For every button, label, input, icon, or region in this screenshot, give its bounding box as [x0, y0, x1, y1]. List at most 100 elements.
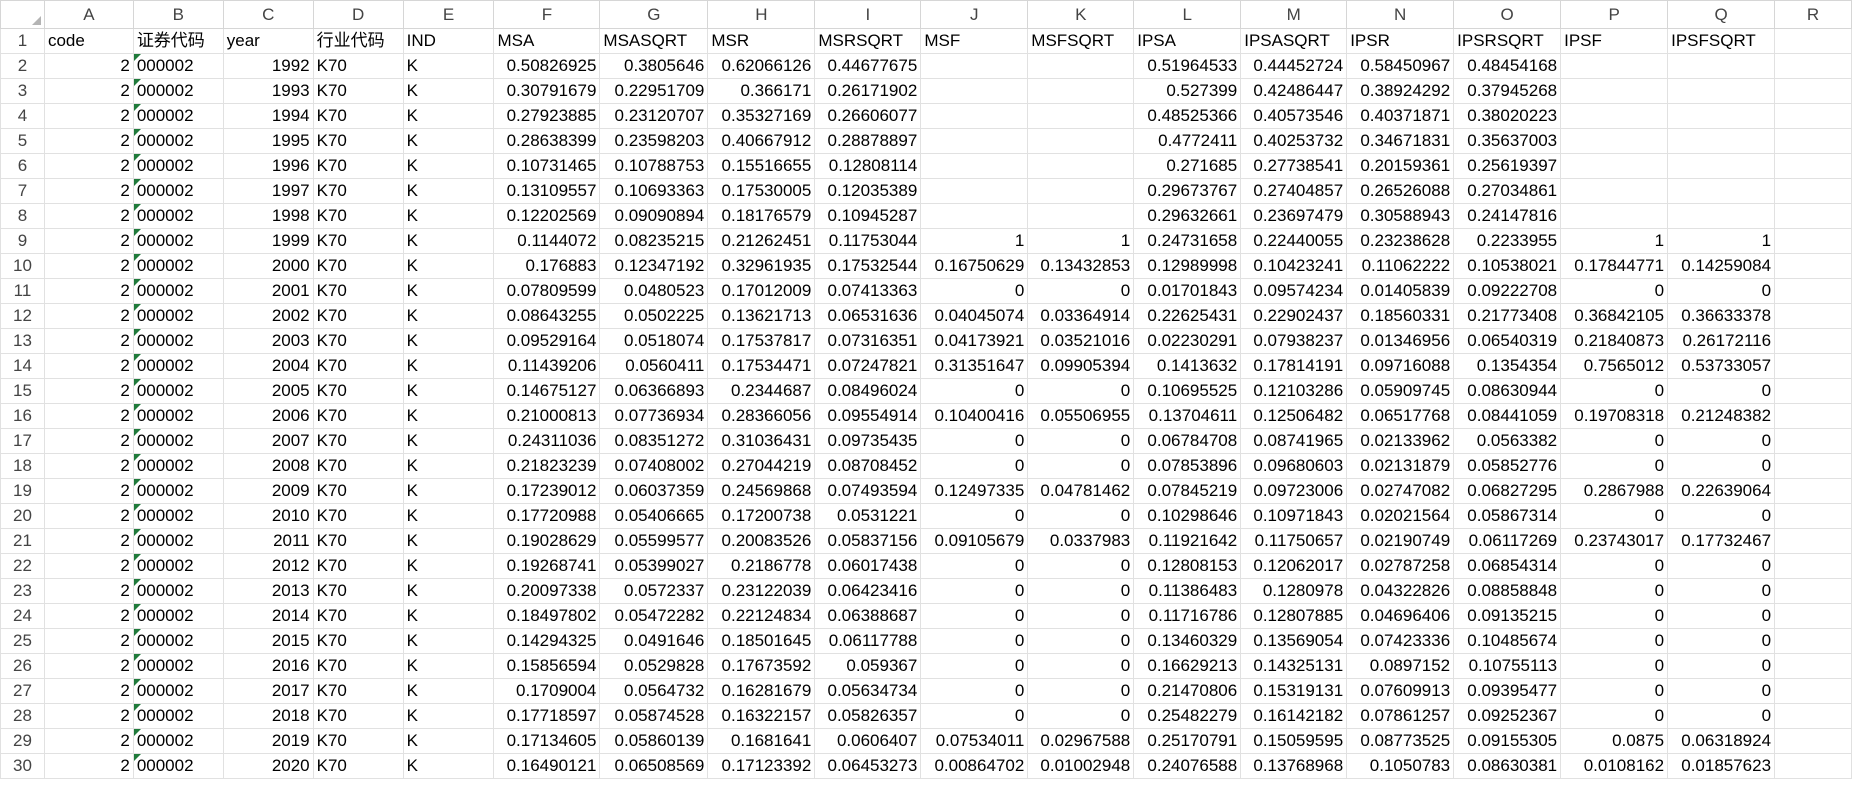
- cell-F15[interactable]: 0.14675127: [493, 378, 601, 404]
- cell-D25[interactable]: K70: [312, 628, 404, 654]
- cell-D3[interactable]: K70: [312, 78, 404, 104]
- cell-L24[interactable]: 0.11716786: [1133, 603, 1242, 629]
- cell-Q15[interactable]: 0: [1667, 378, 1776, 404]
- cell-J10[interactable]: 0.16750629: [920, 253, 1029, 279]
- cell-L4[interactable]: 0.48525366: [1133, 103, 1242, 129]
- cell-G14[interactable]: 0.0560411: [599, 353, 709, 379]
- cell-K18[interactable]: 0: [1027, 453, 1135, 479]
- cell-I22[interactable]: 0.06017438: [814, 553, 922, 579]
- column-header-C[interactable]: C: [222, 0, 314, 29]
- cell-K10[interactable]: 0.13432853: [1027, 253, 1135, 279]
- cell-R18[interactable]: [1774, 453, 1852, 479]
- cell-M15[interactable]: 0.12103286: [1240, 378, 1348, 404]
- cell-E27[interactable]: K: [402, 678, 495, 704]
- cell-B2[interactable]: 000002: [132, 53, 224, 79]
- cell-P4[interactable]: [1560, 103, 1669, 129]
- cell-H2[interactable]: 0.62066126: [707, 53, 816, 79]
- cell-P26[interactable]: 0: [1560, 653, 1669, 679]
- cell-A24[interactable]: 2: [43, 603, 134, 629]
- cell-A10[interactable]: 2: [43, 253, 134, 279]
- cell-E29[interactable]: K: [402, 728, 495, 754]
- cell-A26[interactable]: 2: [43, 653, 134, 679]
- cell-M13[interactable]: 0.07938237: [1240, 328, 1348, 354]
- cell-B29[interactable]: 000002: [132, 728, 224, 754]
- cell-Q16[interactable]: 0.21248382: [1667, 403, 1776, 429]
- cell-M14[interactable]: 0.17814191: [1240, 353, 1348, 379]
- cell-C28[interactable]: 2018: [222, 703, 314, 729]
- cell-N26[interactable]: 0.0897152: [1346, 653, 1455, 679]
- cell-A17[interactable]: 2: [43, 428, 134, 454]
- cell-L6[interactable]: 0.271685: [1133, 153, 1242, 179]
- cell-A11[interactable]: 2: [43, 278, 134, 304]
- cell-H11[interactable]: 0.17012009: [707, 278, 816, 304]
- cell-B6[interactable]: 000002: [132, 153, 224, 179]
- cell-F8[interactable]: 0.12202569: [493, 203, 601, 229]
- cell-E28[interactable]: K: [402, 703, 495, 729]
- cell-F18[interactable]: 0.21823239: [493, 453, 601, 479]
- cell-G7[interactable]: 0.10693363: [599, 178, 709, 204]
- cell-C1[interactable]: year: [222, 28, 314, 54]
- cell-L3[interactable]: 0.527399: [1133, 78, 1242, 104]
- cell-F7[interactable]: 0.13109557: [493, 178, 601, 204]
- cell-I5[interactable]: 0.28878897: [814, 128, 922, 154]
- cell-I23[interactable]: 0.06423416: [814, 578, 922, 604]
- cell-J12[interactable]: 0.04045074: [920, 303, 1029, 329]
- cell-B27[interactable]: 000002: [132, 678, 224, 704]
- cell-B13[interactable]: 000002: [132, 328, 224, 354]
- cell-K27[interactable]: 0: [1027, 678, 1135, 704]
- cell-Q3[interactable]: [1667, 78, 1776, 104]
- cell-J16[interactable]: 0.10400416: [920, 403, 1029, 429]
- cell-H27[interactable]: 0.16281679: [707, 678, 816, 704]
- cell-L17[interactable]: 0.06784708: [1133, 428, 1242, 454]
- cell-J5[interactable]: [920, 128, 1029, 154]
- cell-I19[interactable]: 0.07493594: [814, 478, 922, 504]
- cell-B12[interactable]: 000002: [132, 303, 224, 329]
- cell-C8[interactable]: 1998: [222, 203, 314, 229]
- cell-L2[interactable]: 0.51964533: [1133, 53, 1242, 79]
- cell-E17[interactable]: K: [402, 428, 495, 454]
- cell-K26[interactable]: 0: [1027, 653, 1135, 679]
- cell-J14[interactable]: 0.31351647: [920, 353, 1029, 379]
- cell-Q21[interactable]: 0.17732467: [1667, 528, 1776, 554]
- cell-R25[interactable]: [1774, 628, 1852, 654]
- cell-F26[interactable]: 0.15856594: [493, 653, 601, 679]
- row-header[interactable]: 14: [0, 353, 45, 379]
- cell-D5[interactable]: K70: [312, 128, 404, 154]
- cell-M3[interactable]: 0.42486447: [1240, 78, 1348, 104]
- cell-L1[interactable]: IPSA: [1133, 28, 1242, 54]
- row-header[interactable]: 27: [0, 678, 45, 704]
- cell-O28[interactable]: 0.09252367: [1453, 703, 1562, 729]
- cell-H21[interactable]: 0.20083526: [707, 528, 816, 554]
- cell-L7[interactable]: 0.29673767: [1133, 178, 1242, 204]
- cell-C11[interactable]: 2001: [222, 278, 314, 304]
- cell-B7[interactable]: 000002: [132, 178, 224, 204]
- cell-D26[interactable]: K70: [312, 653, 404, 679]
- cell-P27[interactable]: 0: [1560, 678, 1669, 704]
- cell-A6[interactable]: 2: [43, 153, 134, 179]
- row-header[interactable]: 25: [0, 628, 45, 654]
- cell-D21[interactable]: K70: [312, 528, 404, 554]
- cell-I17[interactable]: 0.09735435: [814, 428, 922, 454]
- cell-I11[interactable]: 0.07413363: [814, 278, 922, 304]
- cell-O18[interactable]: 0.05852776: [1453, 453, 1562, 479]
- cell-P10[interactable]: 0.17844771: [1560, 253, 1669, 279]
- cell-D9[interactable]: K70: [312, 228, 404, 254]
- cell-G21[interactable]: 0.05599577: [599, 528, 709, 554]
- cell-C22[interactable]: 2012: [222, 553, 314, 579]
- cell-G13[interactable]: 0.0518074: [599, 328, 709, 354]
- cell-Q12[interactable]: 0.36633378: [1667, 303, 1776, 329]
- cell-O9[interactable]: 0.2233955: [1453, 228, 1562, 254]
- cell-G22[interactable]: 0.05399027: [599, 553, 709, 579]
- cell-E12[interactable]: K: [402, 303, 495, 329]
- cell-M28[interactable]: 0.16142182: [1240, 703, 1348, 729]
- cell-A27[interactable]: 2: [43, 678, 134, 704]
- cell-I14[interactable]: 0.07247821: [814, 353, 922, 379]
- row-header[interactable]: 11: [0, 278, 45, 304]
- cell-H12[interactable]: 0.13621713: [707, 303, 816, 329]
- cell-A25[interactable]: 2: [43, 628, 134, 654]
- cell-G16[interactable]: 0.07736934: [599, 403, 709, 429]
- cell-F1[interactable]: MSA: [493, 28, 601, 54]
- cell-E10[interactable]: K: [402, 253, 495, 279]
- cell-I26[interactable]: 0.059367: [814, 653, 922, 679]
- cell-N4[interactable]: 0.40371871: [1346, 103, 1455, 129]
